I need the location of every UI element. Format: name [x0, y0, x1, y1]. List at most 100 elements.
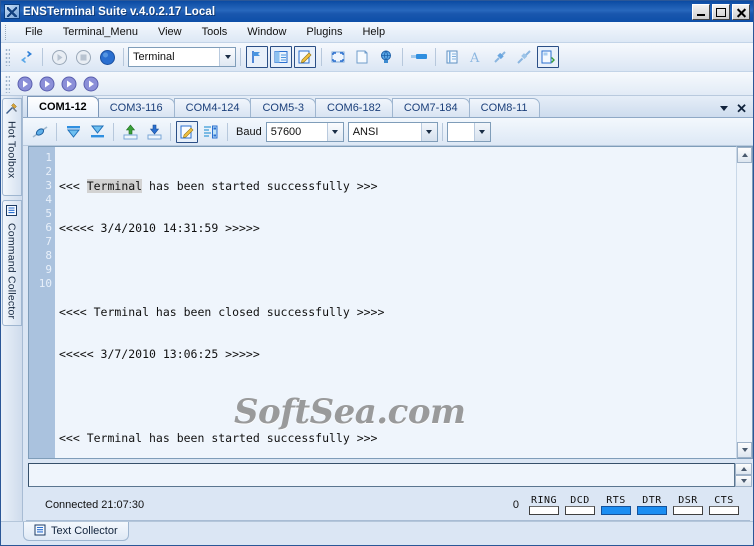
- signal-dtr-label: DTR: [642, 495, 662, 507]
- menu-window[interactable]: Window: [237, 23, 296, 41]
- tab-com1-12[interactable]: COM1-12: [27, 96, 99, 117]
- toolbar-sep-5: [402, 48, 403, 66]
- chevron-down-icon[interactable]: [326, 122, 343, 141]
- maximize-button[interactable]: [712, 3, 730, 20]
- encoding-combo[interactable]: ANSI: [347, 121, 438, 142]
- line-number-gutter: 1 2 3 4 5 6 7 8 9 10: [29, 147, 55, 459]
- signal-cts: CTS: [709, 495, 739, 516]
- quick-run-4-icon[interactable]: [80, 73, 102, 95]
- export-icon[interactable]: [537, 46, 559, 68]
- command-history-spinner[interactable]: [735, 463, 752, 488]
- edit-icon[interactable]: [176, 120, 198, 143]
- scroll-down-button[interactable]: [737, 442, 752, 459]
- signal-ring-label: RING: [530, 495, 558, 507]
- line-number: 9: [45, 263, 52, 276]
- play-icon[interactable]: [48, 46, 70, 68]
- line-number: 10: [38, 277, 52, 290]
- bottom-dock: Text Collector: [1, 521, 753, 545]
- close-tab-icon[interactable]: ✕: [736, 102, 747, 115]
- terminal-text: <<< Terminal has been started successful…: [55, 147, 736, 458]
- sidebar-item-command-collector[interactable]: Command Collector: [1, 200, 22, 326]
- tab-com5-3[interactable]: COM5-3: [250, 98, 317, 117]
- edit-note-icon[interactable]: [294, 46, 316, 68]
- menu-tools[interactable]: Tools: [192, 23, 238, 41]
- address-book-icon[interactable]: [441, 46, 463, 68]
- chevron-down-icon[interactable]: [473, 122, 490, 141]
- signal-dsr: DSR: [673, 495, 703, 516]
- quick-run-3-icon[interactable]: [58, 73, 80, 95]
- body-area: Hot Toolbox Command Collector COM1-12 CO…: [1, 96, 753, 521]
- scroll-up-button[interactable]: [737, 147, 752, 163]
- terminal-scrollbar[interactable]: [736, 146, 753, 460]
- tab-com5-3-label: COM5-3: [262, 102, 305, 114]
- list-icon: [5, 204, 18, 220]
- terminal-toolbar: Baud 57600 ANSI: [23, 118, 753, 146]
- menu-plugins[interactable]: Plugins: [296, 23, 352, 41]
- toolbar-grip[interactable]: [5, 48, 10, 66]
- terminal-line-post: has been started successfully >>>: [142, 179, 378, 193]
- history-up-button[interactable]: [735, 463, 752, 476]
- chevron-down-icon[interactable]: [219, 48, 235, 66]
- baud-combo[interactable]: 57600: [265, 121, 344, 142]
- tab-com3-116[interactable]: COM3-116: [97, 98, 175, 117]
- line-number: 4: [45, 193, 52, 206]
- chevron-down-icon[interactable]: [420, 122, 437, 141]
- upload-icon[interactable]: [119, 121, 141, 143]
- split-view-icon[interactable]: [270, 46, 292, 68]
- refresh-connection-icon[interactable]: [15, 46, 37, 68]
- bottom-tab-text-collector[interactable]: Text Collector: [23, 522, 129, 541]
- toolbar-sep-6: [435, 48, 436, 66]
- cable-icon[interactable]: [408, 46, 430, 68]
- minimize-button[interactable]: [692, 3, 710, 20]
- font-icon[interactable]: A: [465, 46, 487, 68]
- toolbar-sep-3: [240, 48, 241, 66]
- terminal-output[interactable]: 1 2 3 4 5 6 7 8 9 10 <<< Terminal has be…: [28, 146, 736, 460]
- fullscreen-icon[interactable]: [327, 46, 349, 68]
- line-number: 1: [45, 151, 52, 164]
- send-flag-icon[interactable]: [246, 46, 268, 68]
- mode-combo-value: Terminal: [133, 51, 175, 63]
- signal-rts: RTS: [601, 495, 631, 516]
- tab-com4-124[interactable]: COM4-124: [173, 98, 252, 117]
- command-input[interactable]: [28, 463, 735, 488]
- tab-com6-182[interactable]: COM6-182: [315, 98, 393, 117]
- connect-icon[interactable]: [29, 121, 51, 143]
- close-button[interactable]: [732, 3, 750, 20]
- tab-com7-184-label: COM7-184: [403, 102, 458, 114]
- line-number: 3: [45, 179, 52, 192]
- scroll-track[interactable]: [737, 163, 752, 443]
- globe-icon[interactable]: [375, 46, 397, 68]
- stop-icon[interactable]: [72, 46, 94, 68]
- menu-view[interactable]: View: [148, 23, 192, 41]
- extra-combo[interactable]: [446, 121, 491, 142]
- menu-help[interactable]: Help: [352, 23, 395, 41]
- signal-rts-led: [601, 506, 631, 516]
- page-icon[interactable]: [351, 46, 373, 68]
- com-port-tabbar: COM1-12 COM3-116 COM4-124 COM5-3 COM6-18…: [23, 96, 753, 118]
- tab-com7-184[interactable]: COM7-184: [391, 98, 470, 117]
- disconnect-plug-icon[interactable]: [513, 46, 535, 68]
- menu-terminal[interactable]: Terminal_Menu: [53, 23, 148, 41]
- scroll-bottom-icon[interactable]: [86, 121, 108, 143]
- sidebar-item-hot-toolbox[interactable]: Hot Toolbox: [1, 98, 22, 196]
- scroll-top-icon[interactable]: [62, 121, 84, 143]
- log-icon[interactable]: [200, 121, 222, 143]
- download-icon[interactable]: [143, 121, 165, 143]
- quick-run-2-icon[interactable]: [36, 73, 58, 95]
- history-down-button[interactable]: [735, 475, 752, 488]
- tab-com1-12-label: COM1-12: [39, 101, 87, 113]
- quick-run-1-icon[interactable]: [14, 73, 36, 95]
- mode-combo[interactable]: Terminal: [128, 47, 236, 67]
- menu-file[interactable]: File: [15, 23, 53, 41]
- terminal-line: <<< Terminal has been started successful…: [59, 431, 378, 445]
- record-icon[interactable]: [96, 46, 118, 68]
- connect-plug-icon[interactable]: [489, 46, 511, 68]
- byte-counter: 0: [512, 499, 519, 512]
- inner-sep-4: [227, 122, 228, 141]
- tab-com8-11[interactable]: COM8-11: [468, 98, 540, 117]
- chevron-down-icon[interactable]: [720, 106, 728, 111]
- signal-dcd-label: DCD: [570, 495, 590, 507]
- toolbar2-grip[interactable]: [5, 74, 10, 93]
- tab-com8-11-label: COM8-11: [480, 102, 528, 114]
- connection-status: Connected 21:07:30: [45, 499, 145, 512]
